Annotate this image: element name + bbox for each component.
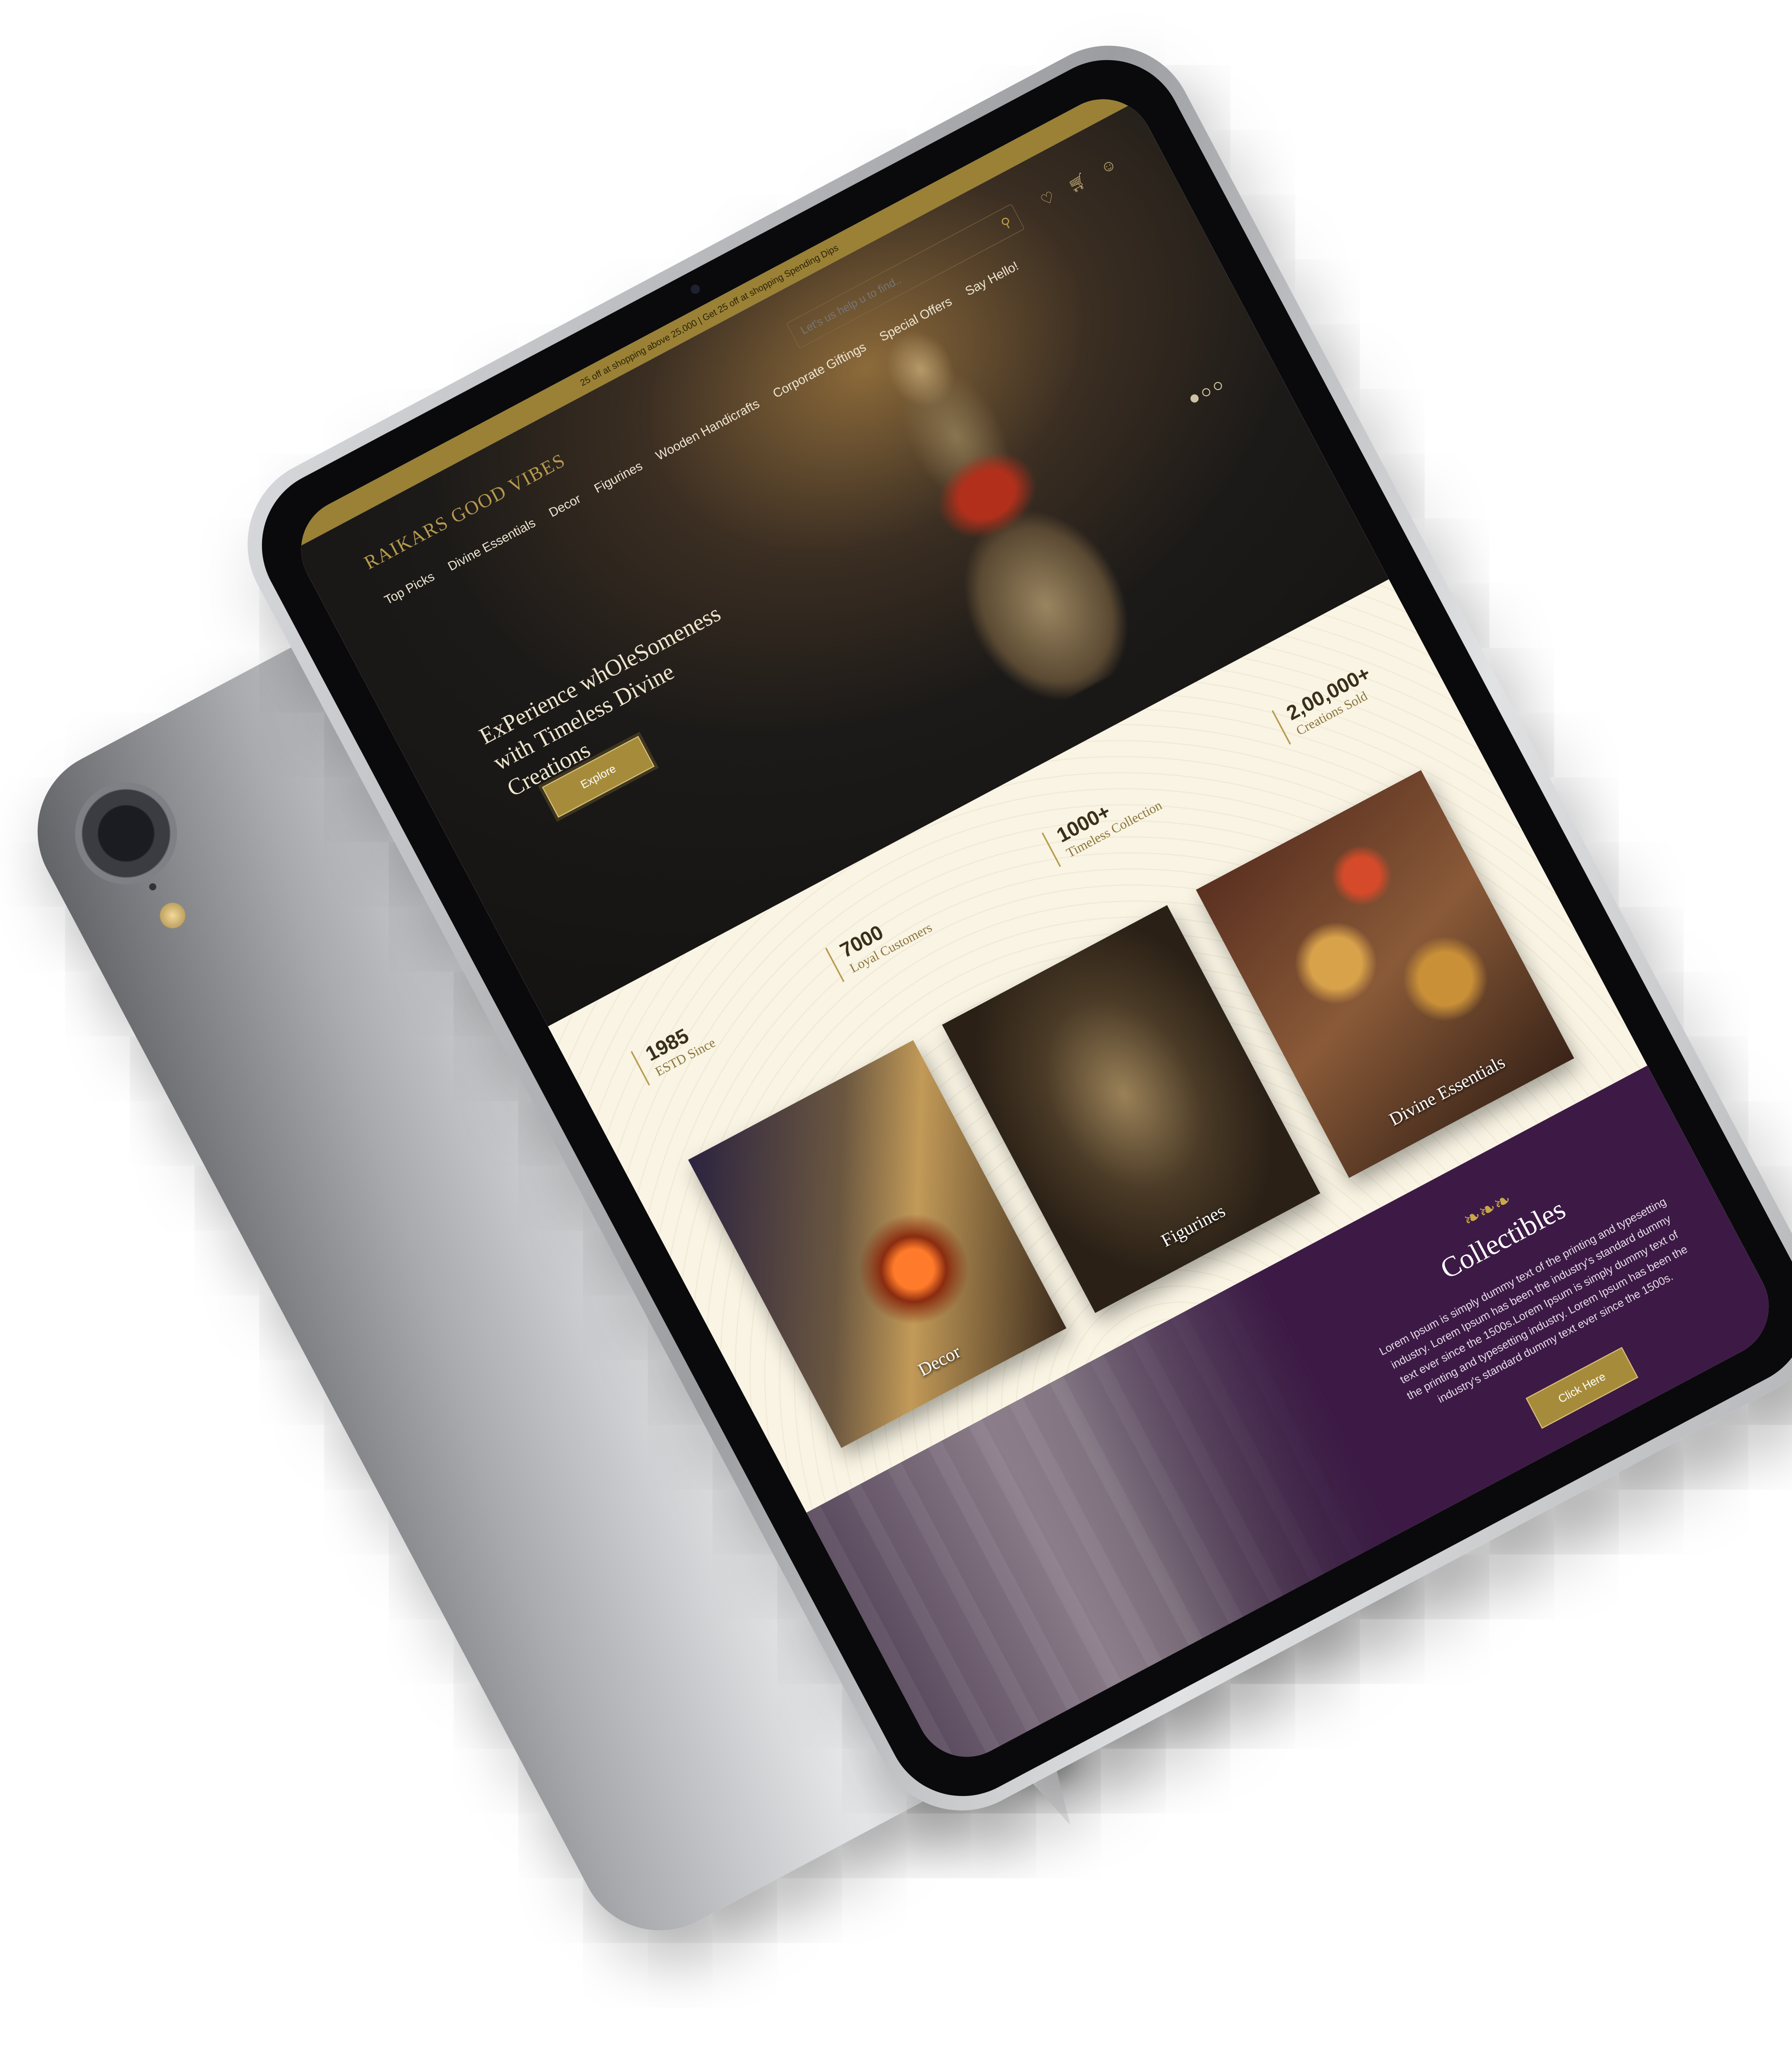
click-here-button[interactable]: Click Here [1525, 1347, 1639, 1429]
wishlist-icon[interactable]: ♡ [1037, 188, 1058, 210]
carousel-dots [1189, 380, 1224, 404]
header-icons: ♡ 🛒︎ ☺ [1037, 155, 1120, 210]
flash-icon [155, 898, 190, 933]
nav-figurines[interactable]: Figurines [592, 459, 645, 497]
nav-decor[interactable]: Decor [547, 492, 583, 521]
hero-ganesha-image [798, 267, 1184, 737]
user-icon[interactable]: ☺ [1098, 155, 1120, 178]
stat-item: 7000 Loyal Customers [825, 899, 935, 983]
carousel-dot[interactable] [1189, 393, 1200, 404]
stat-item: 1000+ Timeless Collection [1042, 777, 1165, 867]
cart-icon[interactable]: 🛒︎ [1065, 171, 1090, 196]
front-camera-icon [689, 282, 702, 296]
carousel-dot[interactable] [1212, 380, 1224, 392]
carousel-dot[interactable] [1201, 387, 1212, 398]
stat-item: 2,00,000+ Creations Sold [1271, 662, 1382, 745]
microphone-icon [148, 882, 158, 892]
camera-icon [57, 764, 195, 903]
stat-item: 1985 ESTD Since [631, 1015, 718, 1086]
nav-wooden-handicrafts[interactable]: Wooden Handicrafts [654, 397, 762, 464]
nav-top-picks[interactable]: Top Picks [382, 570, 437, 608]
search-icon[interactable]: ⚲ [998, 213, 1014, 231]
